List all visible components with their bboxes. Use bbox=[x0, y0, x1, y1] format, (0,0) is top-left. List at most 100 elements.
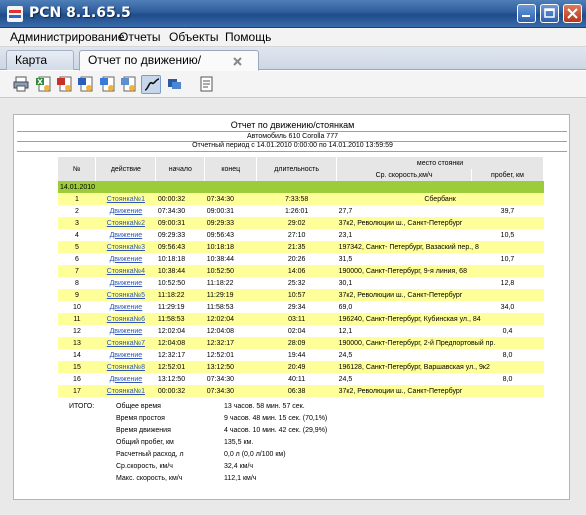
cell-end: 09:56:43 bbox=[204, 229, 257, 241]
summary-label: Ср.скорость, км/ч bbox=[116, 463, 173, 470]
export-excel-button[interactable] bbox=[34, 75, 54, 94]
action-link[interactable]: Стоянка№3 bbox=[107, 244, 145, 251]
cell-end: 07:34:30 bbox=[204, 193, 257, 205]
print-button[interactable] bbox=[11, 75, 31, 94]
close-button[interactable] bbox=[563, 4, 582, 23]
header-mileage: пробег, км bbox=[471, 169, 545, 181]
summary-label: Макс. скорость, км/ч bbox=[116, 475, 183, 482]
table-row: 17 Стоянка№1 00:00:32 07:34:30 06:38 37к2, Ре… bbox=[58, 385, 544, 397]
cell-speed: 12,1 bbox=[336, 325, 472, 337]
action-link[interactable]: Стоянка№6 bbox=[107, 316, 145, 323]
cell-duration: 25:32 bbox=[256, 277, 337, 289]
menu-bar: Администрирование Отчеты Объекты Помощь bbox=[0, 28, 586, 47]
summary-row: Время простоя 9 часов. 48 мин. 15 сек. (7… bbox=[116, 415, 416, 427]
date-cell: 14.01.2010 bbox=[58, 181, 544, 193]
cell-end: 07:34:30 bbox=[204, 373, 257, 385]
action-link[interactable]: Стоянка№1 bbox=[107, 388, 145, 395]
action-link[interactable]: Стоянка№4 bbox=[107, 268, 145, 275]
cell-place: 197342, Санкт- Петербург, Вазаский пер.,… bbox=[336, 241, 544, 253]
header-num: № bbox=[58, 157, 97, 181]
cell-duration: 27:10 bbox=[256, 229, 337, 241]
cell-num: 2 bbox=[58, 205, 96, 217]
cell-num: 13 bbox=[58, 337, 96, 349]
export-word-button[interactable] bbox=[76, 75, 96, 94]
export-image-button[interactable] bbox=[119, 75, 139, 94]
table-body: 14.01.2010 1 Стоянка№1 00:00:32 07:34:30 7:3… bbox=[58, 181, 544, 397]
summary-row: Общее время 13 часов. 58 мин. 57 сек. bbox=[116, 403, 416, 415]
cell-action: Стоянка№6 bbox=[95, 313, 156, 325]
tab-map-label: Карта bbox=[15, 53, 48, 67]
summary-label: Общее время bbox=[116, 403, 161, 410]
cell-action: Стоянка№1 bbox=[95, 193, 156, 205]
action-link[interactable]: Движение bbox=[110, 304, 143, 311]
header-duration: длительность bbox=[256, 157, 338, 181]
chart-button[interactable] bbox=[141, 75, 161, 94]
summary-value: 135,5 км. bbox=[224, 439, 254, 446]
summary-value: 0,0 л (0,0 л/100 км) bbox=[224, 451, 286, 458]
tab-strip: Карта Отчет по движению/стоянкам bbox=[0, 47, 586, 85]
cell-num: 4 bbox=[58, 229, 96, 241]
action-link[interactable]: Движение bbox=[110, 232, 143, 239]
cell-action: Движение bbox=[95, 349, 156, 361]
print-icon bbox=[13, 76, 29, 92]
tab-close-icon[interactable] bbox=[232, 56, 243, 67]
action-link[interactable]: Стоянка№1 bbox=[107, 196, 145, 203]
cell-num: 17 bbox=[58, 385, 96, 397]
maximize-button[interactable] bbox=[540, 4, 559, 23]
export-pdf-button[interactable] bbox=[55, 75, 75, 94]
action-link[interactable]: Стоянка№8 bbox=[107, 364, 145, 371]
cell-action: Стоянка№8 bbox=[95, 361, 156, 373]
action-link[interactable]: Движение bbox=[110, 352, 143, 359]
menu-objects[interactable]: Объекты bbox=[169, 30, 219, 45]
summary-value: 4 часов. 10 мин. 42 сек. (29,9%) bbox=[224, 427, 328, 434]
export-image-icon bbox=[121, 76, 136, 92]
cell-end: 07:34:30 bbox=[204, 385, 257, 397]
cell-duration: 28:09 bbox=[256, 337, 337, 349]
action-link[interactable]: Движение bbox=[110, 256, 143, 263]
cell-num: 7 bbox=[58, 265, 96, 277]
action-link[interactable]: Движение bbox=[110, 208, 143, 215]
action-link[interactable]: Движение bbox=[110, 328, 143, 335]
minimize-button[interactable] bbox=[517, 4, 536, 23]
cell-duration: 03:11 bbox=[256, 313, 337, 325]
cell-place: 37к2, Революции ш., Санкт-Петербург bbox=[336, 217, 544, 229]
report-doc-button[interactable] bbox=[197, 75, 217, 94]
cell-action: Стоянка№7 bbox=[95, 337, 156, 349]
action-link[interactable]: Стоянка№7 bbox=[107, 340, 145, 347]
action-link[interactable]: Движение bbox=[110, 376, 143, 383]
action-link[interactable]: Стоянка№5 bbox=[107, 292, 145, 299]
summary-label: Время простоя bbox=[116, 415, 165, 422]
table-row: 1 Стоянка№1 00:00:32 07:34:30 7:33:58 Сбербан… bbox=[58, 193, 544, 205]
summary-value: 13 часов. 58 мин. 57 сек. bbox=[224, 403, 305, 410]
cell-duration: 20:49 bbox=[256, 361, 337, 373]
menu-administration[interactable]: Администрирование bbox=[10, 30, 124, 45]
action-link[interactable]: Движение bbox=[110, 280, 143, 287]
cell-action: Стоянка№5 bbox=[95, 289, 156, 301]
cell-duration: 02:04 bbox=[256, 325, 337, 337]
cell-num: 15 bbox=[58, 361, 96, 373]
summary-value: 9 часов. 48 мин. 15 сек. (70,1%) bbox=[224, 415, 328, 422]
cell-end: 09:29:33 bbox=[204, 217, 257, 229]
cell-duration: 7:33:58 bbox=[256, 193, 337, 205]
table-row: 2 Движение 07:34:30 09:00:31 1:26:01 27,7 39,7 bbox=[58, 205, 544, 217]
summary-value: 112,1 км/ч bbox=[224, 475, 257, 482]
cell-num: 9 bbox=[58, 289, 96, 301]
cell-duration: 06:38 bbox=[256, 385, 337, 397]
report-viewer[interactable]: Отчет по движению/стоянкам Автомобиль 61… bbox=[0, 98, 586, 515]
cell-place: 190000, Санкт-Петербург, 2-й Предпортовы… bbox=[336, 337, 544, 349]
cell-action: Движение bbox=[95, 301, 156, 313]
header-start: начало bbox=[155, 157, 206, 181]
cell-duration: 14:06 bbox=[256, 265, 337, 277]
window-title: PCN 8.1.65.5 bbox=[29, 5, 131, 21]
tab-map[interactable]: Карта bbox=[6, 50, 74, 70]
window-titlebar[interactable]: PCN 8.1.65.5 bbox=[0, 0, 586, 28]
table-row: 11 Стоянка№6 11:58:53 12:02:04 03:11 196240, … bbox=[58, 313, 544, 325]
export-html-button[interactable] bbox=[98, 75, 118, 94]
menu-help[interactable]: Помощь bbox=[225, 30, 271, 45]
vehicle-button[interactable] bbox=[164, 75, 184, 94]
cell-end: 12:32:17 bbox=[204, 337, 257, 349]
menu-reports[interactable]: Отчеты bbox=[119, 30, 160, 45]
cell-end: 10:38:44 bbox=[204, 253, 257, 265]
cell-mileage: 0,4 bbox=[471, 325, 544, 337]
action-link[interactable]: Стоянка№2 bbox=[107, 220, 145, 227]
